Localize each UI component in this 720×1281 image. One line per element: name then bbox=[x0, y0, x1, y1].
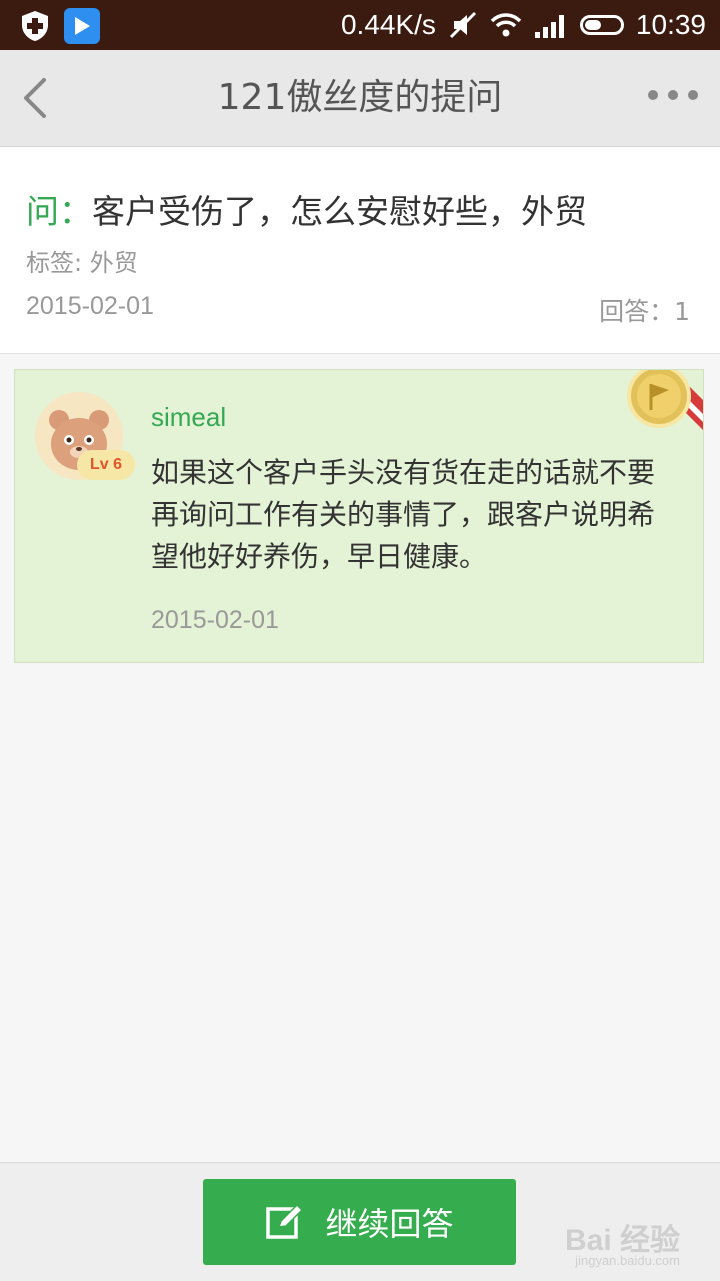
question-card: 问：客户受伤了，怎么安慰好些，外贸 标签: 外贸 2015-02-01 回答：1 bbox=[0, 147, 720, 354]
best-answer-medal-icon bbox=[627, 370, 703, 430]
battery-icon bbox=[579, 15, 624, 35]
top-app-bar: 121傲丝度的提问 bbox=[0, 50, 720, 147]
answer-count: 回答：1 bbox=[599, 297, 690, 326]
page-title: 121傲丝度的提问 bbox=[217, 77, 503, 118]
question-line: 问：客户受伤了，怎么安慰好些，外贸 bbox=[26, 185, 587, 233]
tag-value[interactable]: 外贸 bbox=[90, 249, 138, 277]
question-prefix: 问： bbox=[26, 192, 92, 231]
status-bar: 0.44K/s 10:39 bbox=[0, 0, 720, 50]
continue-answer-button[interactable]: 继续回答 bbox=[203, 1179, 516, 1265]
bottom-bar: 继续回答 Bai 经验 jingyan.baidu.com bbox=[0, 1162, 720, 1281]
level-badge: Lv 6 bbox=[77, 450, 135, 480]
signal-icon bbox=[534, 15, 564, 38]
question-text: 客户受伤了，怎么安慰好些，外贸 bbox=[92, 192, 587, 231]
tag-label: 标签: bbox=[26, 249, 83, 277]
answer-text: 如果这个客户手头没有货在走的话就不要再询问工作有关的事情了，跟客户说明希望他好好… bbox=[151, 456, 656, 573]
network-speed: 0.44K/s bbox=[340, 9, 436, 40]
video-play-icon bbox=[64, 8, 100, 44]
wifi-icon bbox=[490, 13, 522, 37]
more-dots-icon[interactable] bbox=[648, 90, 698, 100]
mute-icon bbox=[449, 11, 476, 39]
watermark-url: jingyan.baidu.com bbox=[575, 1253, 680, 1268]
answer-date: 2015-02-01 bbox=[151, 606, 279, 634]
question-tags: 标签: 外贸 bbox=[26, 243, 138, 278]
answer-card: Lv 6 simeal 如果这个客户手头没有货在走的话就不要再询问工作有关的事情… bbox=[14, 369, 704, 663]
answer-username[interactable]: simeal bbox=[151, 402, 226, 433]
continue-answer-label: 继续回答 bbox=[325, 1205, 454, 1243]
shield-icon bbox=[22, 11, 48, 41]
edit-icon bbox=[266, 1203, 304, 1239]
clock: 10:39 bbox=[635, 9, 706, 40]
question-date: 2015-02-01 bbox=[26, 292, 154, 320]
